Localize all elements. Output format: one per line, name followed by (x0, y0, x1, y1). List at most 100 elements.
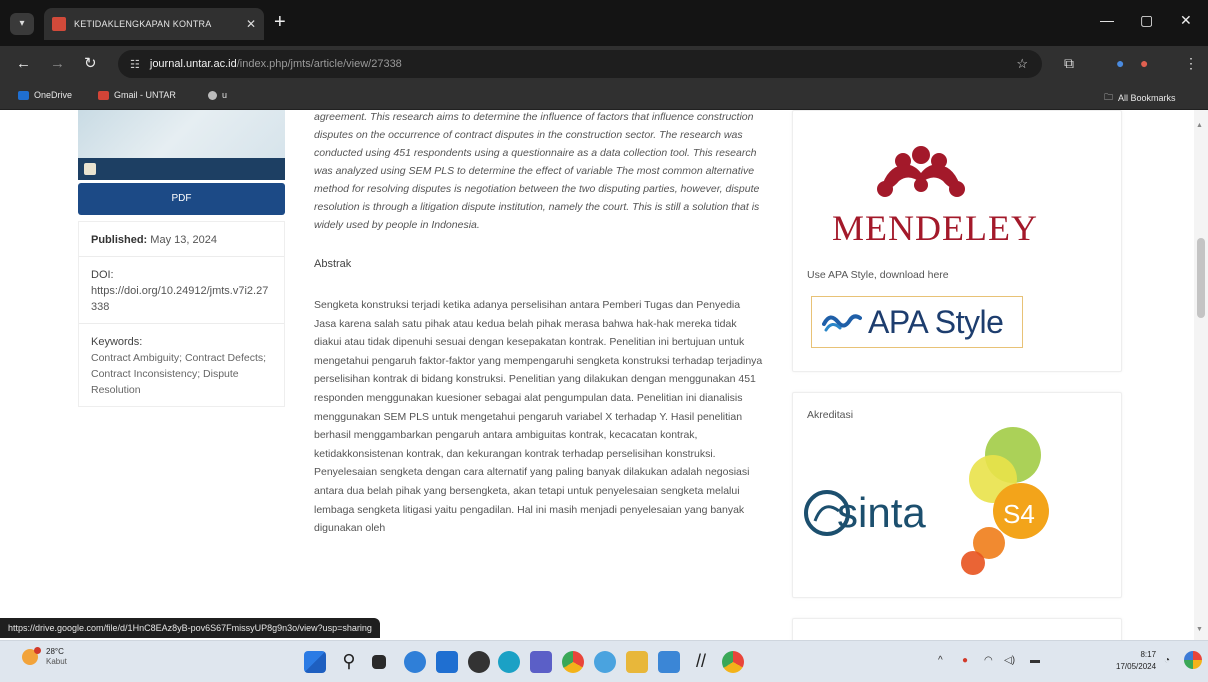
sinta-level-badge: S4 (1003, 499, 1035, 529)
app-edge-icon[interactable] (498, 651, 520, 673)
tab-title: KETIDAKLENGKAPAN KONTRA (74, 19, 212, 29)
pdf-download-button[interactable]: PDF (78, 183, 285, 215)
browser-toolbar: ← → ↻ ☷ journal.untar.ac.id /index.php/j… (0, 46, 1208, 82)
article-body: agreement. This research aims to determi… (314, 110, 764, 538)
abstract-english: agreement. This research aims to determi… (314, 111, 760, 231)
keywords-block: Keywords: Contract Ambiguity; Contract D… (79, 324, 284, 406)
menu-kebab-icon[interactable]: ⋮ (1184, 55, 1198, 72)
doi-block: DOI: https://doi.org/10.24912/jmts.v7i2.… (79, 257, 284, 324)
active-tab[interactable]: KETIDAKLENGKAPAN KONTRA ✕ (44, 8, 264, 40)
start-windows-icon[interactable] (304, 651, 326, 673)
tray-overflow-icon[interactable]: ^ (938, 655, 943, 666)
published-label: Published: (91, 234, 148, 246)
profile-icon[interactable]: ● (1116, 55, 1124, 71)
apa-wave-icon (822, 314, 862, 332)
app-chrome-icon[interactable] (562, 651, 584, 673)
task-view-icon[interactable] (372, 655, 386, 669)
app-vpn-icon[interactable] (658, 651, 680, 673)
browser-tab-bar: ▾ KETIDAKLENGKAPAN KONTRA ✕ + — ▢ ✕ (0, 0, 1208, 46)
folder-icon: 🗀 (1104, 92, 1114, 102)
back-arrow-icon[interactable]: ← (16, 55, 31, 73)
battery-icon[interactable]: ▬ (1030, 655, 1040, 666)
weather-condition: Kabut (46, 657, 67, 666)
wifi-icon[interactable]: ◠ (984, 655, 993, 666)
keywords-list: Contract Ambiguity; Contract Defects; Co… (91, 352, 267, 396)
page-scrollbar[interactable]: ▲ ▼ (1194, 110, 1208, 640)
abstrak-heading: Abstrak (314, 258, 352, 270)
app-cloud-icon[interactable] (594, 651, 616, 673)
weather-icon (22, 647, 41, 665)
site-info-icon[interactable]: ☷ (130, 58, 140, 71)
app-chrome-profile-icon[interactable] (722, 651, 744, 673)
globe-icon (208, 90, 217, 100)
extensions-icon[interactable]: ⧉ (1064, 55, 1074, 72)
windows-taskbar: 28°C Kabut ⚲ // ^ ● ◠ ◁) ▬ 8:17 17/05/20… (0, 640, 1208, 682)
sinta-wordmark: sinta (837, 489, 926, 536)
close-window-button[interactable]: ✕ (1180, 12, 1192, 29)
mendeley-logo-icon[interactable] (873, 145, 969, 197)
abstrak-indonesian: Sengketa konstruksi terjadi ketika adany… (314, 299, 763, 535)
doi-link[interactable]: https://doi.org/10.24912/jmts.v7i2.27338 (91, 283, 272, 315)
mendeley-wordmark[interactable]: MENDELEY (815, 207, 1055, 249)
copilot-icon[interactable] (1184, 651, 1202, 669)
clock-date: 17/05/2024 (1116, 662, 1157, 671)
akreditasi-panel: Akreditasi sinta S4 (792, 392, 1122, 598)
app-obs-icon[interactable] (468, 651, 490, 673)
published-date: May 13, 2024 (150, 234, 217, 246)
clock-time: 8:17 (1140, 650, 1157, 659)
bookmark-label: Gmail - UNTAR (114, 90, 176, 100)
forward-arrow-icon[interactable]: → (50, 55, 65, 73)
tray-security-icon[interactable]: ● (962, 655, 968, 666)
gmail-icon (98, 90, 109, 100)
all-bookmarks-button[interactable]: 🗀 All Bookmarks (1104, 90, 1176, 106)
reload-icon[interactable]: ↻ (84, 55, 97, 73)
address-bar[interactable]: ☷ journal.untar.ac.id /index.php/jmts/ar… (118, 50, 1042, 78)
tab-close-icon[interactable]: ✕ (246, 17, 256, 31)
bookmark-label: u (222, 90, 228, 100)
sinta-s4-logo[interactable]: sinta S4 (793, 393, 1123, 599)
apa-style-text: APA Style (868, 303, 1004, 340)
scroll-up-icon[interactable]: ▲ (1196, 122, 1203, 129)
scrollbar-thumb[interactable] (1197, 238, 1205, 318)
extension-red-icon[interactable]: ● (1140, 55, 1148, 71)
mendeley-panel: MENDELEY Use APA Style, download here AP… (792, 110, 1122, 372)
weather-temp: 28°C (46, 647, 64, 656)
page-content: PDF Published: May 13, 2024 DOI: https:/… (0, 110, 1208, 640)
scroll-down-icon[interactable]: ▼ (1196, 626, 1203, 633)
cover-strip (78, 158, 285, 180)
apa-style-caption: Use APA Style, download here (807, 269, 949, 281)
link-hover-status: https://drive.google.com/file/d/1HnC8EAz… (0, 618, 380, 638)
next-panel (792, 618, 1122, 640)
app-notes-icon[interactable]: // (690, 651, 712, 673)
app-store-icon[interactable] (530, 651, 552, 673)
maximize-button[interactable]: ▢ (1140, 12, 1153, 29)
all-bookmarks-label: All Bookmarks (1118, 93, 1176, 103)
app-explorer-icon[interactable] (626, 651, 648, 673)
tab-search-button[interactable]: ▾ (10, 13, 34, 35)
article-sidebar: PDF Published: May 13, 2024 DOI: https:/… (78, 110, 288, 407)
published-block: Published: May 13, 2024 (79, 222, 284, 257)
bookmark-label: OneDrive (34, 90, 73, 100)
bookmark-onedrive[interactable]: OneDrive (18, 90, 72, 100)
tab-favicon-icon (52, 17, 66, 31)
search-icon[interactable]: ⚲ (338, 651, 360, 673)
app-teams-icon[interactable] (404, 651, 426, 673)
app-outlook-icon[interactable] (436, 651, 458, 673)
apa-style-link[interactable]: APA Style (811, 296, 1023, 348)
bookmark-star-icon[interactable]: ☆ (1016, 56, 1028, 72)
system-clock[interactable]: 8:17 17/05/2024 (1116, 649, 1156, 673)
notification-bell-icon[interactable]: ◔ (1164, 655, 1170, 666)
url-host: journal.untar.ac.id (149, 58, 237, 70)
url-path: /index.php/jmts/article/view/27338 (236, 58, 402, 70)
bookmark-u[interactable]: u (208, 90, 227, 100)
onedrive-icon (18, 90, 29, 100)
weather-widget[interactable]: 28°C Kabut (22, 647, 67, 667)
bookmarks-bar: OneDrive Gmail - UNTAR u 🗀 All Bookmarks (0, 82, 1208, 110)
journal-logo-icon (84, 163, 96, 175)
bookmark-gmail[interactable]: Gmail - UNTAR (98, 90, 176, 100)
volume-icon[interactable]: ◁) (1004, 655, 1015, 666)
minimize-button[interactable]: — (1100, 12, 1114, 28)
new-tab-button[interactable]: + (274, 12, 286, 32)
article-metadata: Published: May 13, 2024 DOI: https://doi… (78, 221, 285, 407)
journal-cover-image[interactable] (78, 110, 285, 180)
